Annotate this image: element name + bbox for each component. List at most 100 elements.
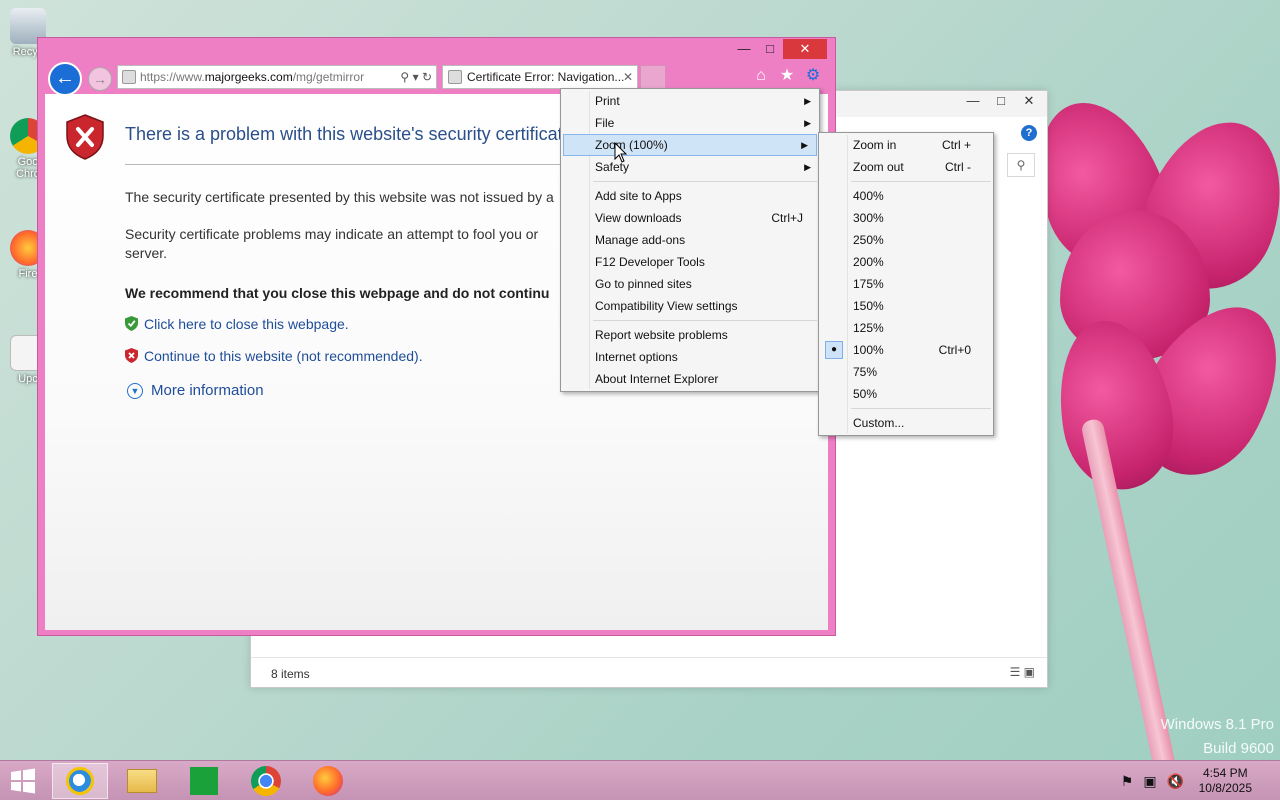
menu-item-add-site-to-apps[interactable]: Add site to Apps [561, 185, 819, 207]
menu-item-label: Zoom in [853, 138, 897, 152]
zoom-level-item[interactable]: 150% [819, 295, 993, 317]
zoom-level-item[interactable]: 75% [819, 361, 993, 383]
view-toggle-icons[interactable]: ☰ ▣ [1010, 665, 1035, 679]
network-icon[interactable]: ▣ [1143, 773, 1156, 790]
more-information-label: More information [151, 382, 264, 399]
desktop-icon-label: Fire [18, 268, 38, 280]
continue-website-link-text: Continue to this website (not recommende… [144, 348, 423, 364]
gear-icon[interactable]: ⚙ [803, 66, 823, 86]
internet-explorer-icon [66, 767, 94, 795]
menu-item-label: Manage add-ons [595, 233, 686, 247]
radio-dot-icon: ● [825, 341, 843, 359]
menu-item-f12-developer-tools[interactable]: F12 Developer Tools [561, 251, 819, 273]
tab-certificate-error[interactable]: Certificate Error: Navigation... ✕ [442, 65, 638, 89]
minimize-icon[interactable]: — [731, 39, 757, 59]
help-label: ? [1025, 127, 1033, 139]
menu-item-label: 200% [853, 255, 884, 269]
menu-item-label: 300% [853, 211, 884, 225]
menu-item-pinned-sites[interactable]: Go to pinned sites [561, 273, 819, 295]
continue-website-link[interactable]: Continue to this website (not recommende… [125, 348, 423, 364]
windows-build-watermark: Build 9600 [1203, 740, 1274, 757]
close-icon[interactable]: ✕ [1015, 93, 1043, 113]
tab-title: Certificate Error: Navigation... [467, 70, 625, 84]
close-icon[interactable]: ✕ [623, 66, 633, 88]
address-bar[interactable]: https://www.majorgeeks.com/mg/getmirror … [117, 65, 437, 89]
close-webpage-link[interactable]: Click here to close this webpage. [125, 316, 349, 332]
maximize-icon[interactable]: □ [757, 39, 783, 59]
menu-item-about-ie[interactable]: About Internet Explorer [561, 368, 819, 390]
new-tab-button[interactable] [640, 65, 666, 89]
chevron-right-icon: ▶ [804, 118, 811, 128]
system-clock[interactable]: 4:54 PM 10/8/2025 [1199, 766, 1252, 796]
zoom-level-item[interactable]: 300% [819, 207, 993, 229]
certificate-warning-icon [122, 70, 136, 84]
zoom-level-item[interactable]: 125% [819, 317, 993, 339]
menu-item-label: File [595, 116, 615, 130]
menu-item-print[interactable]: Print ▶ [561, 90, 819, 112]
shield-x-icon [125, 348, 138, 363]
menu-item-safety[interactable]: Safety ▶ [561, 156, 819, 178]
menu-shortcut: Ctrl - [945, 160, 971, 174]
search-icon[interactable]: ⚲ [1007, 153, 1035, 177]
menu-item-label: View downloads [595, 211, 682, 225]
minimize-icon[interactable]: — [959, 93, 987, 113]
volume-muted-icon[interactable]: 🔇 [1167, 773, 1184, 790]
refresh-icon[interactable]: ↻ [422, 70, 432, 84]
menu-item-manage-addons[interactable]: Manage add-ons [561, 229, 819, 251]
menu-item-file[interactable]: File ▶ [561, 112, 819, 134]
zoom-custom-item[interactable]: Custom... [819, 412, 993, 434]
action-center-flag-icon[interactable]: ⚑ [1121, 773, 1134, 790]
menu-item-zoom[interactable]: Zoom (100%) ▶ [563, 134, 817, 156]
zoom-level-item[interactable]: 400% [819, 185, 993, 207]
menu-item-view-downloads[interactable]: View downloads Ctrl+J [561, 207, 819, 229]
taskbar: ⚑ ▣ 🔇 4:54 PM 10/8/2025 [0, 760, 1280, 800]
menu-item-label: 100% [853, 343, 884, 357]
menu-item-label: 250% [853, 233, 884, 247]
taskbar-file-explorer[interactable] [114, 763, 170, 799]
menu-item-compatibility-view[interactable]: Compatibility View settings [561, 295, 819, 317]
address-path: /mg/getmirror [292, 70, 365, 84]
menu-item-label: About Internet Explorer [595, 372, 719, 386]
zoom-level-item[interactable]: 200% [819, 251, 993, 273]
menu-item-label: 150% [853, 299, 884, 313]
chevron-down-icon: ▼ [127, 383, 143, 399]
menu-item-report-problems[interactable]: Report website problems [561, 324, 819, 346]
address-prefix: https://www. [140, 70, 205, 84]
help-icon[interactable]: ? [1021, 125, 1037, 141]
zoom-out-item[interactable]: Zoom out Ctrl - [819, 156, 993, 178]
chevron-down-icon[interactable]: ▾ [413, 70, 419, 84]
taskbar-internet-explorer[interactable] [52, 763, 108, 799]
search-icon[interactable]: ⚲ [400, 70, 409, 84]
menu-item-label: Zoom (100%) [595, 138, 668, 152]
zoom-level-item-selected[interactable]: ● 100% Ctrl+0 [819, 339, 993, 361]
explorer-statusbar: 8 items ☰ ▣ [251, 657, 1047, 687]
close-icon[interactable]: ✕ [783, 39, 827, 59]
tools-menu: Print ▶ File ▶ Zoom (100%) ▶ Safety ▶ Add si… [560, 88, 820, 392]
mouse-pointer-icon [614, 142, 628, 163]
favorites-star-icon[interactable]: ★ [777, 66, 797, 86]
start-button[interactable] [0, 763, 46, 799]
zoom-level-item[interactable]: 250% [819, 229, 993, 251]
ie-window-controls: — □ ✕ [731, 39, 827, 59]
firefox-icon [313, 766, 343, 796]
menu-item-label: 175% [853, 277, 884, 291]
back-button[interactable]: ← [48, 62, 82, 96]
menu-item-internet-options[interactable]: Internet options [561, 346, 819, 368]
taskbar-store[interactable] [176, 763, 232, 799]
menu-item-label: Go to pinned sites [595, 277, 692, 291]
clock-time: 4:54 PM [1202, 766, 1248, 780]
menu-separator [851, 181, 991, 182]
zoom-level-item[interactable]: 50% [819, 383, 993, 405]
chevron-right-icon: ▶ [804, 96, 811, 106]
zoom-level-item[interactable]: 175% [819, 273, 993, 295]
more-information-toggle[interactable]: ▼ More information [127, 382, 264, 399]
explorer-window-controls: — □ ✕ [959, 93, 1043, 113]
chevron-right-icon: ▶ [804, 162, 811, 172]
menu-shortcut: Ctrl+J [771, 211, 803, 225]
maximize-icon[interactable]: □ [987, 93, 1015, 113]
home-icon[interactable]: ⌂ [751, 66, 771, 86]
taskbar-chrome[interactable] [238, 763, 294, 799]
zoom-in-item[interactable]: Zoom in Ctrl + [819, 134, 993, 156]
forward-button[interactable]: → [88, 67, 112, 91]
taskbar-firefox[interactable] [300, 763, 356, 799]
